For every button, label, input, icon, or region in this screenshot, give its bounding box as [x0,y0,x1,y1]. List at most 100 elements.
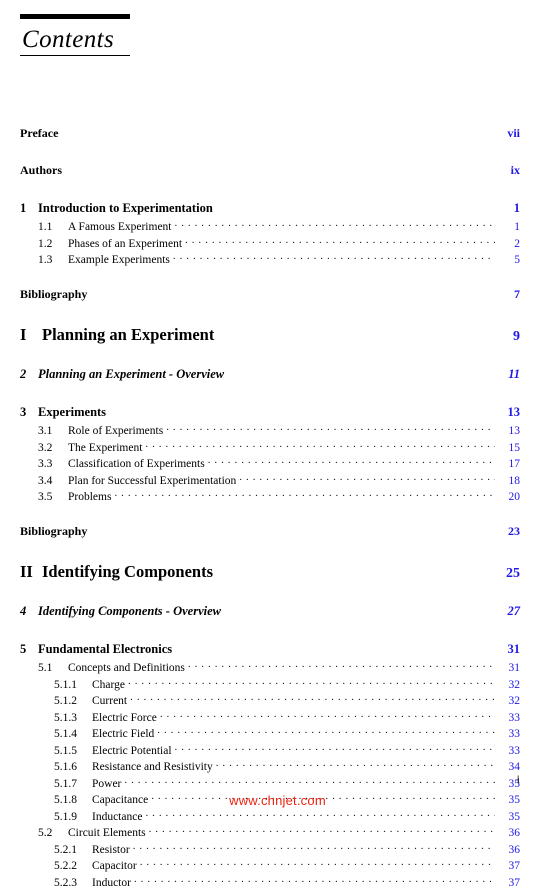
toc-leader-dots [157,726,495,738]
toc-entry-number: 5.2.2 [54,860,77,872]
toc-entry-label: Identifying Components - Overview [38,604,221,618]
folio-page-number: i [516,772,520,786]
toc-entry[interactable]: 5.2 Circuit Elements 36 [0,825,555,840]
toc-entry[interactable]: 2 Planning an Experiment - Overview 11 [0,366,555,383]
toc-leader-dots [65,162,495,174]
toc-entry[interactable]: 3.2 The Experiment 15 [0,439,555,454]
toc-entry[interactable]: 1.3 Example Experiments 5 [0,252,555,267]
toc-entry-number: 5.1.1 [54,678,77,691]
toc-entry-label: The Experiment [68,441,143,454]
toc-entry[interactable]: 4 Identifying Components - Overview 27 [0,603,555,620]
toc-entry[interactable]: 5.1.5 Electric Potential 33 [0,742,555,757]
toc-entry-number: 4 [20,604,27,618]
toc-entry-number: 1 [20,200,27,215]
toc-entry-page-number: 20 [508,491,521,503]
toc-leader-dots [166,423,495,435]
toc-entry[interactable]: 1.2 Phases of an Experiment 2 [0,235,555,250]
toc-leader-dots [124,775,495,787]
toc-entry[interactable]: 5.2.1 Resistor 36 [0,841,555,856]
toc-leader-dots [173,252,495,264]
toc-leader-dots [227,366,495,379]
toc-group-spacer [0,268,555,286]
toc-leader-dots [145,808,495,820]
toc-entry[interactable]: 5.1.3 Electric Force 33 [0,709,555,724]
toc-entry-number: 5.1.4 [54,728,77,740]
toc-leader-dots [145,439,495,451]
toc-entry[interactable]: II Identifying Components 25 [0,560,555,582]
toc-entry-label: A Famous Experiment [68,221,172,233]
page-title: Contents [22,26,115,53]
toc-entry[interactable]: 3.1 Role of Experiments 13 [0,423,555,438]
toc-entry-page-number: 31 [508,662,521,674]
toc-entry-label: Planning an Experiment - Overview [38,367,225,381]
toc-entry-label: Electric Field [92,728,155,740]
toc-entry[interactable]: 5.1.4 Electric Field 33 [0,726,555,741]
toc-leader-dots [128,676,495,688]
toc-entry-label: Power [92,777,122,790]
toc-entry-page-number: 27 [507,604,521,618]
toc-entry-number: 3.4 [38,474,53,487]
toc-leader-dots [90,286,495,298]
toc-entry[interactable]: Authors ix [0,162,555,178]
toc-leader-dots [216,759,495,771]
toc-entry-page-number: 33 [508,728,521,740]
toc-entry-page-number: 1 [513,200,520,215]
toc-entry[interactable]: 5.1.1 Charge 32 [0,676,555,691]
toc-entry[interactable]: 5.1.9Inductance35 [0,808,555,823]
toc-entry-number: 3 [20,404,27,419]
toc-entry-page-number: 33 [508,711,521,724]
toc-entry-page-number: ix [510,163,520,177]
toc-entry-label: Classification of Experiments [68,458,205,470]
toc-leader-dots [160,709,495,721]
toc-leader-dots [175,742,495,754]
toc-entry-number: 3.5 [38,491,53,503]
toc-entry-page-number: 25 [506,565,520,581]
toc-entry-label: Electric Force [92,711,157,724]
toc-entry-page-number: 36 [508,843,521,856]
toc-entry-number: II [20,561,33,581]
toc-leader-dots [133,841,495,853]
toc-entry-label: Preface [20,126,59,140]
toc-leader-dots [130,693,495,705]
toc-entry[interactable]: 5.1.6Resistance and Resistivity34 [0,759,555,774]
toc-group-spacer [0,505,555,523]
toc-entry[interactable]: 5.2.2 Capacitor 37 [0,858,555,873]
toc-entry[interactable]: Preface vii [0,125,555,141]
toc-entry[interactable]: 5.1.2 Current 32 [0,693,555,708]
toc-entry-number: 1.3 [38,254,53,266]
toc-entry-label: Problems [68,491,112,503]
toc-entry-number: 5.1.3 [54,711,77,724]
toc-entry[interactable]: 3 Experiments 13 [0,403,555,420]
toc-entry-label: Fundamental Electronics [38,641,173,656]
toc-entry[interactable]: 5.1 Concepts and Definitions 31 [0,660,555,675]
toc-entry-page-number: 1 [514,221,520,233]
toc-entry-label: Concepts and Definitions [68,662,185,674]
toc-entry-number: 3.2 [38,441,53,454]
toc-leader-dots [188,660,495,672]
toc-entry-page-number: 11 [508,367,520,381]
toc-entry[interactable]: 1.1 A Famous Experiment 1 [0,219,555,234]
toc-entry[interactable]: 3.4 Plan for Successful Experimentation 18 [0,472,555,487]
toc-entry-number: 3.3 [38,458,53,470]
toc-entry-page-number: 9 [513,328,520,344]
toc-leader-dots [114,489,495,501]
toc-entry-number: 3.1 [38,425,53,437]
toc-entry-label: Planning an Experiment [42,324,215,344]
toc-entry[interactable]: I Planning an Experiment 9 [0,323,555,345]
toc-entry[interactable]: 1 Introduction to Experimentation 1 [0,199,555,216]
toc-entry-page-number: 37 [508,860,521,872]
toc-entry[interactable]: 5 Fundamental Electronics 31 [0,640,555,657]
toc-entry-page-number: 7 [514,287,520,301]
toc-leader-dots [61,125,495,137]
toc-entry[interactable]: Bibliography 7 [0,286,555,302]
toc-entry[interactable]: 5.1.7Power35 [0,775,555,790]
toc-entry-number: 5.2 [38,827,53,839]
toc-entry-label: Plan for Successful Experimentation [68,474,237,487]
toc-entry[interactable]: Bibliography 23 [0,523,555,539]
toc-entry[interactable]: 3.5 Problems 20 [0,489,555,504]
toc-entry-page-number: 13 [508,425,521,437]
toc-entry-label: Resistor [92,843,130,856]
toc-entry-number: 5.1.5 [54,744,77,757]
toc-entry[interactable]: 3.3 Classification of Experiments 17 [0,456,555,471]
toc-entry[interactable]: 5.2.3 Inductor 37 [0,874,555,889]
